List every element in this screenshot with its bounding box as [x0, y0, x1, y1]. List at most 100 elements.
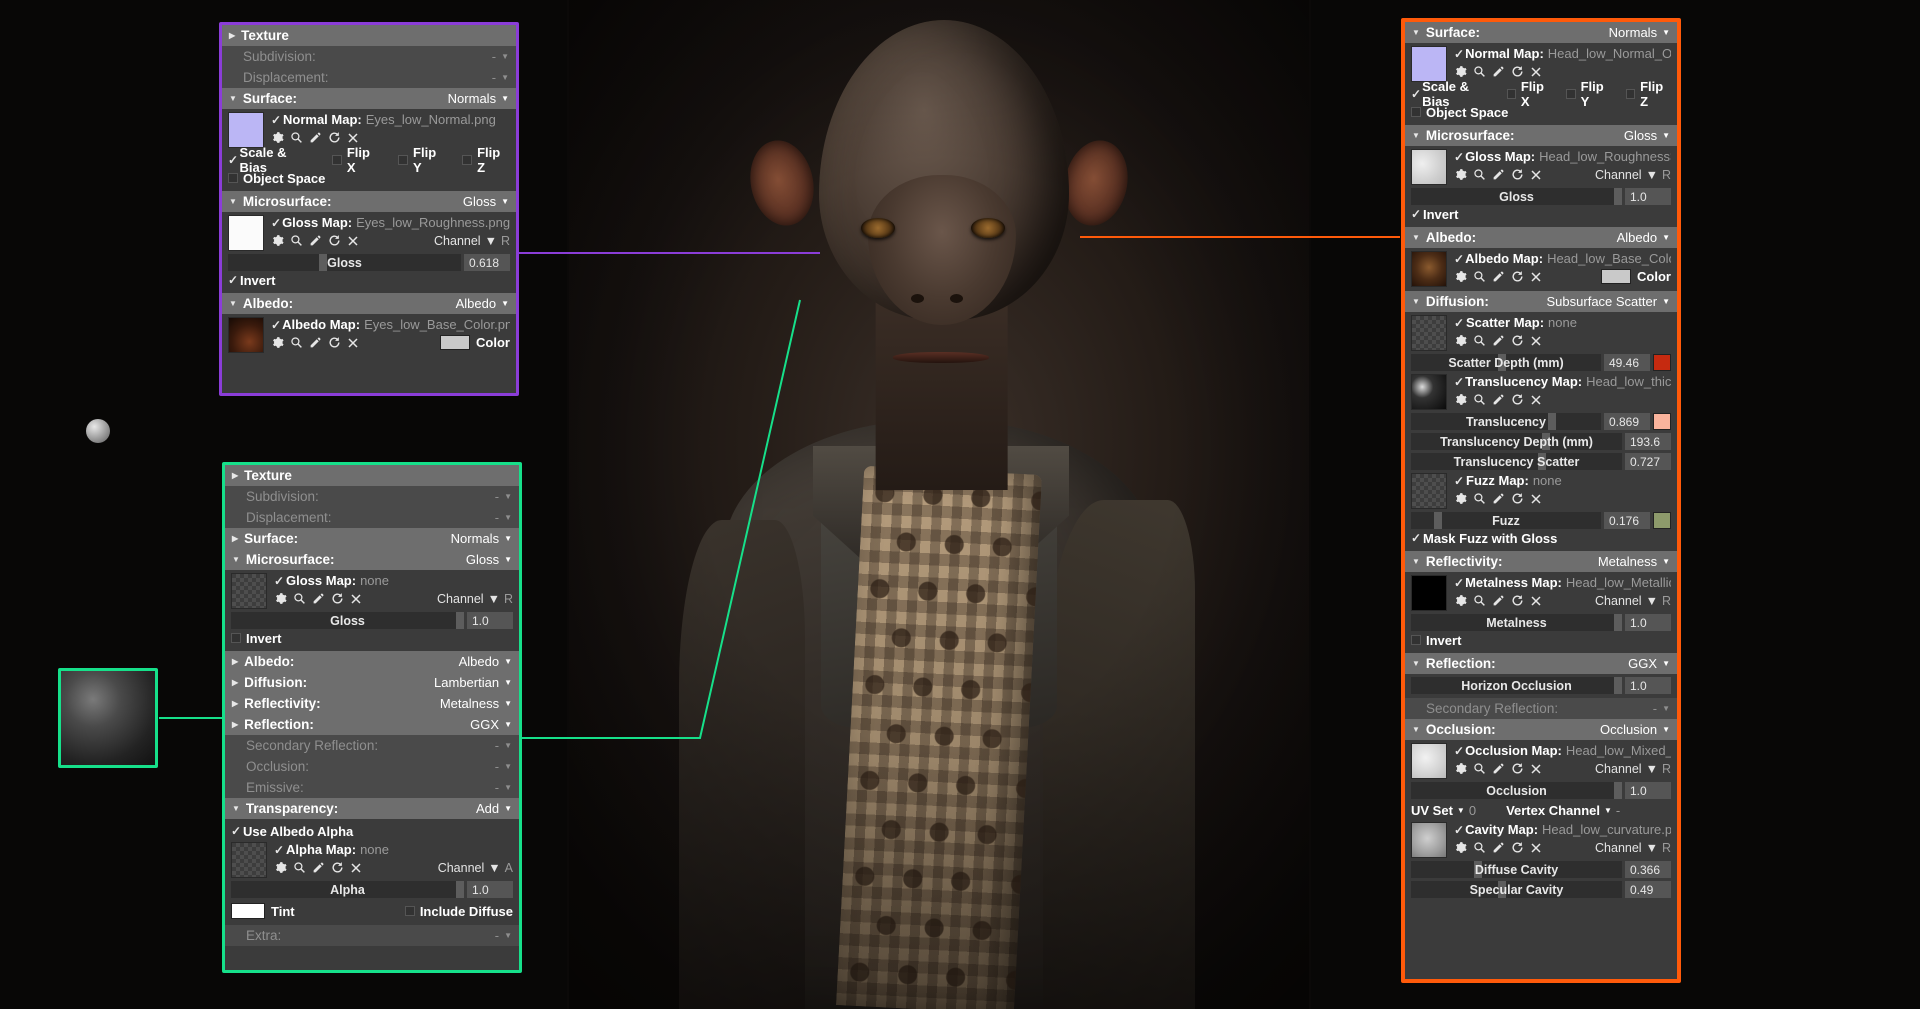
- gloss-value-field[interactable]: 1.0: [467, 612, 513, 629]
- gloss-value-field[interactable]: 1.0: [1625, 188, 1671, 205]
- scatter-map-thumbnail[interactable]: [1411, 315, 1447, 351]
- channel-selector[interactable]: Channel ▼ R: [437, 592, 513, 606]
- pencil-icon[interactable]: [1492, 841, 1505, 854]
- uv-set-selector[interactable]: UV Set ▼ 0: [1411, 803, 1476, 818]
- occlusion-map-file[interactable]: Head_low_Mixed_AO.pn: [1566, 743, 1671, 759]
- section-reflection-head[interactable]: ▼ Reflection: GGX ▼: [1405, 653, 1677, 674]
- section-occlusion-head[interactable]: ▼ Occlusion: Occlusion ▼: [1405, 719, 1677, 740]
- translucency-map-thumbnail[interactable]: [1411, 374, 1447, 410]
- specular-cavity-slider[interactable]: Specular Cavity: [1411, 881, 1622, 898]
- metalness-map-file[interactable]: Head_low_Metallic.png: [1566, 575, 1671, 591]
- close-x-icon[interactable]: [1530, 595, 1542, 607]
- albedo-map-file[interactable]: Eyes_low_Base_Color.png: [364, 317, 510, 333]
- section-emissive-body[interactable]: Emissive: - ▼: [225, 777, 519, 798]
- refresh-icon[interactable]: [1511, 594, 1524, 607]
- slider-knob[interactable]: [1433, 512, 1442, 529]
- fuzz-color-swatch[interactable]: [1653, 512, 1671, 529]
- normal-map-thumbnail[interactable]: [228, 112, 264, 148]
- gloss-map-thumbnail[interactable]: [228, 215, 264, 251]
- pencil-icon[interactable]: [1492, 762, 1505, 775]
- refresh-icon[interactable]: [1511, 492, 1524, 505]
- magnifier-icon[interactable]: [1473, 841, 1486, 854]
- refresh-icon[interactable]: [1511, 168, 1524, 181]
- magnifier-icon[interactable]: [1473, 762, 1486, 775]
- checkmark-icon[interactable]: ✓: [1454, 473, 1465, 489]
- vertex-channel-selector[interactable]: Vertex Channel ▼ -: [1506, 803, 1620, 818]
- occlusion-map-thumbnail[interactable]: [1411, 743, 1447, 779]
- slider-knob[interactable]: [1547, 413, 1556, 430]
- gear-icon[interactable]: [1454, 334, 1467, 347]
- head-material-node-panel[interactable]: ▼ Surface: Normals ▼ ✓ Normal Map: Head_l…: [1401, 18, 1681, 983]
- magnifier-icon[interactable]: [1473, 334, 1486, 347]
- checkmark-icon[interactable]: ✓: [1454, 575, 1464, 591]
- checkmark-icon[interactable]: ✓: [1454, 743, 1464, 759]
- section-albedo-head[interactable]: ▼ Albedo: Albedo ▼: [1405, 227, 1677, 248]
- magnifier-icon[interactable]: [1473, 270, 1486, 283]
- close-x-icon[interactable]: [1530, 842, 1542, 854]
- alpha-value-field[interactable]: 1.0: [467, 881, 513, 898]
- flip-x-checkbox[interactable]: Flip X: [1506, 79, 1553, 109]
- body-material-node-panel[interactable]: ▶ Texture Subdivision: - ▼ Displacement: …: [222, 462, 522, 973]
- gloss-map-thumbnail[interactable]: [231, 573, 267, 609]
- pencil-icon[interactable]: [1492, 492, 1505, 505]
- refresh-icon[interactable]: [1511, 841, 1524, 854]
- slider-knob[interactable]: [1614, 188, 1622, 205]
- close-x-icon[interactable]: [1530, 394, 1542, 406]
- magnifier-icon[interactable]: [290, 234, 303, 247]
- close-x-icon[interactable]: [1530, 169, 1542, 181]
- channel-selector[interactable]: Channel ▼ R: [434, 234, 510, 248]
- close-x-icon[interactable]: [1530, 271, 1542, 283]
- checkmark-icon[interactable]: ✓: [274, 842, 285, 858]
- fuzz-slider[interactable]: Fuzz: [1411, 512, 1601, 529]
- gear-icon[interactable]: [271, 336, 284, 349]
- section-albedo-eyes[interactable]: ▼ Albedo: Albedo ▼: [222, 293, 516, 314]
- slider-knob[interactable]: [1614, 677, 1622, 694]
- scatter-depth-value-field[interactable]: 49.46: [1604, 354, 1650, 371]
- section-surface-eyes[interactable]: ▼ Surface: Normals ▼: [222, 88, 516, 109]
- gloss-slider[interactable]: Gloss: [231, 612, 464, 629]
- gloss-value-field[interactable]: 0.618: [464, 254, 510, 271]
- diffuse-cavity-slider[interactable]: Diffuse Cavity: [1411, 861, 1622, 878]
- section-texture-eyes[interactable]: ▶ Texture: [222, 25, 516, 46]
- metalness-invert-checkbox[interactable]: Invert: [1411, 631, 1671, 649]
- metalness-slider[interactable]: Metalness: [1411, 614, 1622, 631]
- magnifier-icon[interactable]: [1473, 168, 1486, 181]
- pencil-icon[interactable]: [309, 131, 322, 144]
- horizon-occlusion-slider[interactable]: Horizon Occlusion: [1411, 677, 1622, 694]
- node-preview-dot[interactable]: [86, 419, 110, 443]
- section-surface-body[interactable]: ▶ Surface: Normals ▼: [225, 528, 519, 549]
- albedo-map-thumbnail[interactable]: [228, 317, 264, 353]
- fuzz-map-file[interactable]: none: [1533, 473, 1562, 489]
- gear-icon[interactable]: [274, 861, 287, 874]
- section-surface-head[interactable]: ▼ Surface: Normals ▼: [1405, 22, 1677, 43]
- pencil-icon[interactable]: [1492, 393, 1505, 406]
- magnifier-icon[interactable]: [290, 131, 303, 144]
- magnifier-icon[interactable]: [1473, 594, 1486, 607]
- section-displacement-body[interactable]: Displacement: - ▼: [225, 507, 519, 528]
- metalness-value-field[interactable]: 1.0: [1625, 614, 1671, 631]
- close-x-icon[interactable]: [1530, 66, 1542, 78]
- pencil-icon[interactable]: [1492, 65, 1505, 78]
- gloss-map-file[interactable]: Eyes_low_Roughness.png: [356, 215, 510, 231]
- normal-map-file[interactable]: Eyes_low_Normal.png: [366, 112, 496, 128]
- alpha-slider[interactable]: Alpha: [231, 881, 464, 898]
- mask-fuzz-with-gloss-checkbox[interactable]: ✓ Mask Fuzz with Gloss: [1411, 529, 1671, 547]
- checkmark-icon[interactable]: ✓: [1454, 822, 1464, 838]
- body-node-preview[interactable]: [58, 668, 158, 768]
- section-transparency-body[interactable]: ▼ Transparency: Add ▼: [225, 798, 519, 819]
- channel-selector[interactable]: Channel ▼ R: [1595, 594, 1671, 608]
- channel-selector[interactable]: Channel ▼ R: [1595, 168, 1671, 182]
- gear-icon[interactable]: [1454, 270, 1467, 283]
- magnifier-icon[interactable]: [293, 592, 306, 605]
- specular-cavity-value-field[interactable]: 0.49: [1625, 881, 1671, 898]
- gloss-map-file[interactable]: none: [360, 573, 389, 589]
- gloss-invert-checkbox[interactable]: ✓ Invert: [1411, 205, 1671, 223]
- checkmark-icon[interactable]: ✓: [271, 112, 282, 128]
- fuzz-value-field[interactable]: 0.176: [1604, 512, 1650, 529]
- flip-z-checkbox[interactable]: Flip Z: [1625, 79, 1671, 109]
- tint-color-swatch[interactable]: [231, 903, 265, 919]
- alpha-map-thumbnail[interactable]: [231, 842, 267, 878]
- eyes-material-node-panel[interactable]: ▶ Texture Subdivision: - ▼ Displacement: …: [219, 22, 519, 396]
- close-x-icon[interactable]: [1530, 335, 1542, 347]
- albedo-color-swatch[interactable]: [1601, 269, 1632, 284]
